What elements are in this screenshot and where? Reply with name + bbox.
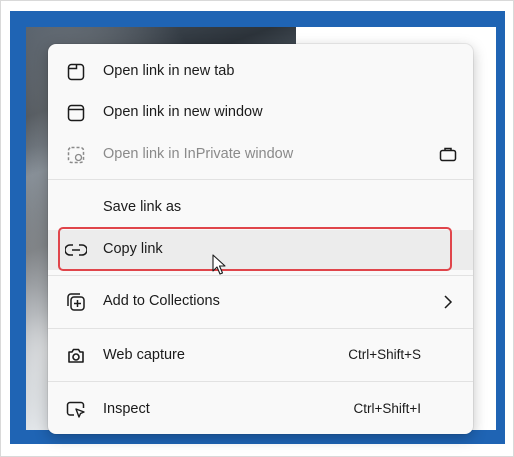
menu-item-add-to-collections[interactable]: Add to Collections bbox=[48, 282, 473, 322]
menu-divider bbox=[48, 381, 473, 382]
menu-item-label: Web capture bbox=[103, 347, 185, 363]
menu-divider bbox=[48, 179, 473, 180]
collections-icon bbox=[65, 292, 87, 312]
inprivate-window-icon bbox=[65, 145, 87, 165]
menu-item-label: Save link as bbox=[103, 199, 182, 215]
web-capture-icon bbox=[65, 346, 87, 366]
briefcase-icon bbox=[439, 146, 457, 162]
menu-item-open-inprivate[interactable]: Open link in InPrivate window bbox=[48, 135, 473, 175]
menu-item-web-capture[interactable]: Web capture Ctrl+Shift+S bbox=[48, 336, 473, 376]
menu-item-save-link-as[interactable]: Save link as bbox=[48, 188, 473, 228]
menu-divider bbox=[48, 328, 473, 329]
menu-item-label: Inspect bbox=[103, 401, 150, 417]
menu-item-open-new-window[interactable]: Open link in new window bbox=[48, 93, 473, 133]
menu-item-label: Open link in new tab bbox=[103, 63, 235, 79]
chevron-right-icon bbox=[443, 294, 453, 310]
menu-item-shortcut: Ctrl+Shift+I bbox=[353, 401, 421, 416]
mouse-cursor-icon bbox=[212, 254, 228, 276]
menu-item-label: Add to Collections bbox=[103, 293, 220, 309]
menu-item-open-new-tab[interactable]: Open link in new tab bbox=[48, 52, 473, 92]
copy-link-highlight bbox=[58, 227, 452, 271]
menu-item-inspect[interactable]: Inspect Ctrl+Shift+I bbox=[48, 390, 473, 430]
new-window-icon bbox=[65, 103, 87, 123]
menu-item-shortcut: Ctrl+Shift+S bbox=[348, 347, 421, 362]
inspect-icon bbox=[65, 400, 87, 420]
new-tab-icon bbox=[65, 62, 87, 82]
menu-divider bbox=[48, 275, 473, 276]
menu-item-label: Open link in InPrivate window bbox=[103, 146, 294, 162]
menu-item-label: Open link in new window bbox=[103, 104, 263, 120]
